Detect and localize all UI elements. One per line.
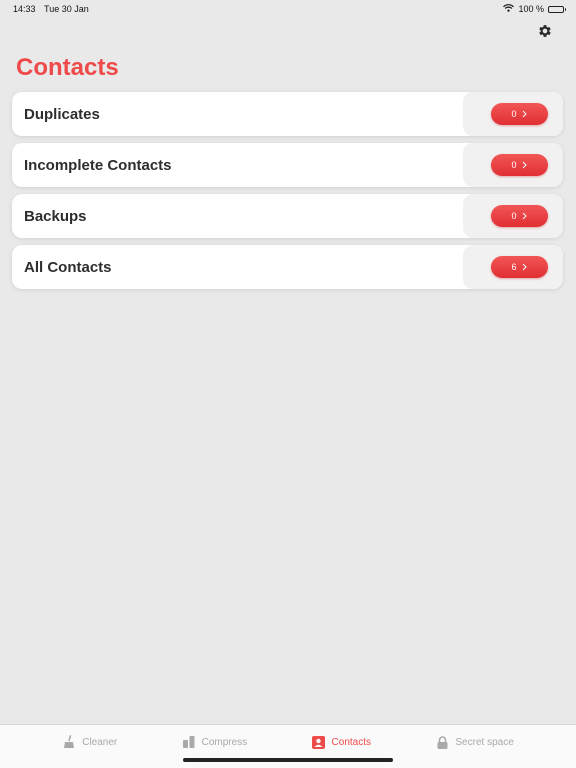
row-count-area: 0 [463,194,563,238]
compress-icon [182,735,196,749]
tab-label: Contacts [331,736,372,748]
chevron-right-icon [522,161,527,169]
status-date: Tue 30 Jan [44,4,89,14]
count-pill-button[interactable]: 0 [490,205,548,227]
contacts-category-list: Duplicates 0 Incomplete Contacts 0 Backu… [12,92,563,296]
tab-secret-space[interactable]: Secret space [435,735,514,749]
count-value: 0 [511,211,517,221]
tab-compress[interactable]: Compress [182,735,248,749]
row-all-contacts[interactable]: All Contacts 6 [12,245,563,289]
chevron-right-icon [522,263,527,271]
count-value: 0 [511,160,517,170]
settings-button[interactable] [536,24,554,42]
count-pill-button[interactable]: 0 [490,154,548,176]
status-bar: 14:33 Tue 30 Jan 100 % [0,0,576,18]
lock-icon [435,735,449,749]
row-count-area: 0 [463,143,563,187]
chevron-right-icon [522,110,527,118]
page-title: Contacts [16,54,119,81]
tab-cleaner[interactable]: Cleaner [62,735,117,749]
count-pill-button[interactable]: 0 [490,103,548,125]
broom-icon [62,735,76,749]
row-duplicates[interactable]: Duplicates 0 [12,92,563,136]
tab-label: Cleaner [82,736,118,748]
battery-percentage: 100 % [518,4,544,14]
battery-icon [548,5,566,13]
count-value: 0 [511,109,517,119]
contacts-screen: 14:33 Tue 30 Jan 100 % Contacts Duplicat [0,0,576,768]
contact-card-icon [312,735,326,749]
count-value: 6 [511,262,517,272]
row-count-area: 6 [463,245,563,289]
tab-label: Secret space [455,736,514,748]
tab-label: Compress [201,736,248,748]
status-time: 14:33 [13,4,36,14]
home-indicator [183,758,393,762]
row-backups[interactable]: Backups 0 [12,194,563,238]
count-pill-button[interactable]: 6 [490,256,548,278]
gear-icon [537,23,553,44]
row-incomplete-contacts[interactable]: Incomplete Contacts 0 [12,143,563,187]
status-right: 100 % [503,4,566,14]
status-left: 14:33 Tue 30 Jan [13,4,89,14]
wifi-icon [503,4,515,14]
row-count-area: 0 [463,92,563,136]
chevron-right-icon [522,212,527,220]
tab-contacts[interactable]: Contacts [312,735,371,749]
